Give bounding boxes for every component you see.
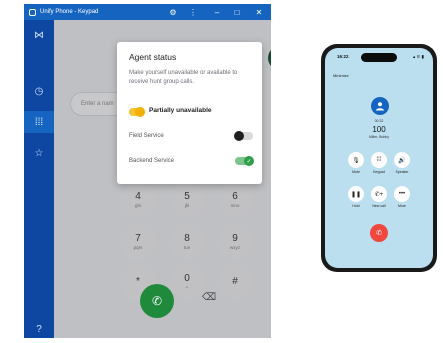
agent-status-toggle[interactable] (129, 107, 145, 117)
close-button[interactable]: ✕ (250, 4, 268, 20)
settings-icon[interactable]: ⚙ (164, 4, 182, 20)
backend-service-toggle[interactable]: ✓ (235, 156, 254, 166)
status-bar-indicators: ▴ ≋ ▮ (412, 54, 424, 59)
end-call-button[interactable]: ✆ (370, 224, 388, 242)
new-call-button[interactable]: ✆+ (371, 186, 387, 202)
mute-button[interactable]: 🎙 (348, 152, 364, 168)
minimize-link[interactable]: Minimize (333, 73, 349, 78)
field-service-toggle[interactable] (234, 131, 253, 141)
call-button[interactable]: ✆ (140, 284, 174, 318)
hunt-group-label: Backend Service (129, 158, 175, 164)
contact-avatar-icon (371, 97, 389, 115)
keypad-icon[interactable]: ⁞⁞⁞ (24, 111, 54, 133)
call-number: 100 (372, 125, 386, 134)
dynamic-island (361, 53, 397, 62)
unify-logo-icon: ⋈ (34, 29, 44, 41)
agent-status-popup: Agent status Make yourself unavailable o… (117, 42, 262, 184)
popup-description: Make yourself unavailable or available t… (129, 70, 238, 85)
person-icon (376, 102, 384, 111)
star-icon[interactable]: ☆ (24, 142, 54, 164)
keypad-button[interactable]: ⁞⁞⁞ (371, 152, 387, 168)
hunt-group-row-backend-service: Backend Service ✓ (129, 155, 254, 167)
speaker-label: Speaker (395, 170, 409, 174)
window-title: Unify Phone - Keypad (40, 9, 99, 15)
phone-screen: 16:22 ▴ ≋ ▮ Minimize 00:22 100 Miller, B… (325, 48, 433, 268)
hunt-group-label: Field Service (129, 133, 164, 139)
more-label: More (398, 204, 406, 208)
title-bar: Unify Phone - Keypad ⚙ ⋮ – □ ✕ (24, 4, 271, 20)
toggle-knob (135, 107, 145, 117)
sidebar: ⋈ ◷ ⁞⁞⁞ ☆ ? (24, 20, 54, 338)
hunt-group-row-field-service: Field Service (129, 130, 253, 142)
screenshot-stage: Unify Phone - Keypad ⚙ ⋮ – □ ✕ ⋈ ◷ ⁞⁞⁞ ☆… (0, 0, 443, 343)
speaker-button[interactable]: 🔊 (394, 152, 410, 168)
app-icon (29, 8, 36, 16)
agent-status-label: Partially unavailable (149, 107, 212, 114)
help-icon[interactable]: ? (24, 318, 54, 338)
call-timer: 00:22 (374, 119, 384, 123)
more-button[interactable]: ••• (394, 186, 410, 202)
phone-device: 16:22 ▴ ≋ ▮ Minimize 00:22 100 Miller, B… (321, 44, 437, 272)
kebab-menu-icon[interactable]: ⋮ (184, 4, 202, 20)
call-contact-name: Miller, Bobby (368, 135, 390, 139)
status-bar-time: 16:22 (337, 54, 349, 59)
popup-title: Agent status (129, 52, 177, 62)
toggle-knob (234, 131, 244, 141)
backspace-icon[interactable]: ⌫ (202, 292, 216, 303)
maximize-button[interactable]: □ (228, 4, 246, 20)
minimize-button[interactable]: – (208, 4, 226, 20)
hold-button[interactable]: ❚❚ (348, 186, 364, 202)
clock-icon[interactable]: ◷ (24, 80, 54, 102)
check-icon: ✓ (244, 156, 254, 166)
